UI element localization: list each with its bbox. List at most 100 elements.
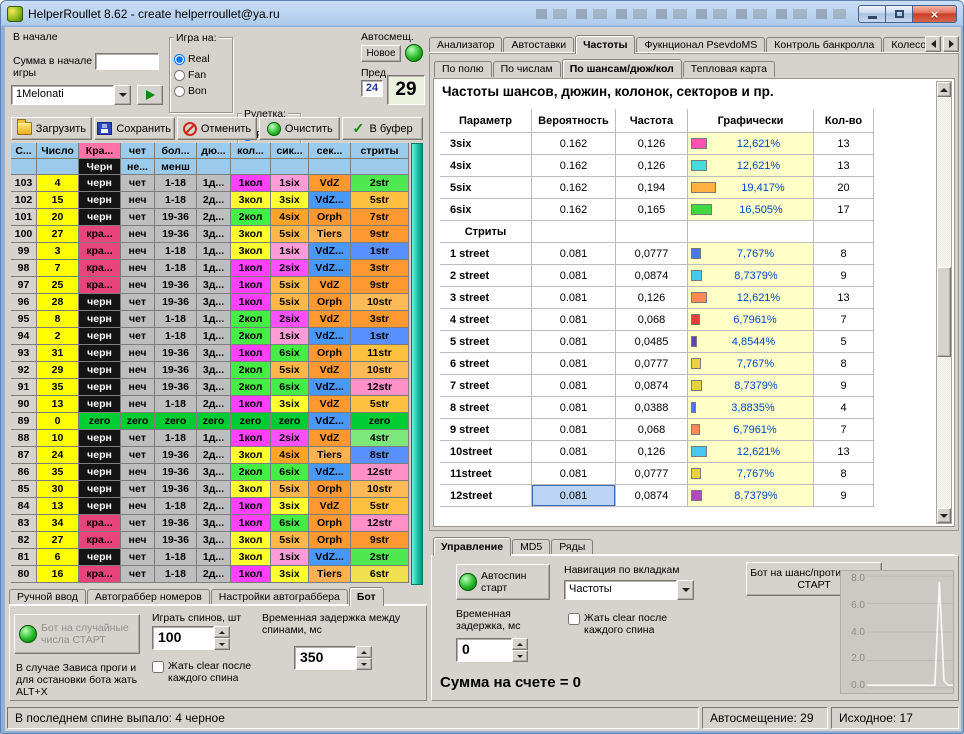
cell[interactable]: 0,0777 — [616, 463, 688, 485]
cell[interactable]: 0.162 — [532, 155, 616, 177]
checkbox-input[interactable] — [152, 661, 164, 673]
cell[interactable]: 11street — [440, 463, 532, 485]
cell[interactable]: Параметр — [440, 109, 532, 133]
table-row[interactable]: 12street0.0810,08748,7379%9 — [440, 485, 874, 507]
cell[interactable]: 19,417% — [688, 177, 814, 199]
table-row[interactable]: 942чернчет1-181д...2кол1sixVdZ...1str — [11, 328, 423, 345]
cell[interactable]: 0.081 — [532, 331, 616, 353]
cell[interactable]: 12,621% — [688, 441, 814, 463]
table-row[interactable]: 5six0.1620,19419,417%20 — [440, 177, 874, 199]
cell[interactable]: 0.081 — [532, 397, 616, 419]
cell[interactable]: 8 — [814, 243, 874, 265]
cell[interactable]: 0,126 — [616, 287, 688, 309]
cell[interactable]: 0.081 — [532, 265, 616, 287]
table-row[interactable]: 816чернчет1-181д...3кол1sixVdZ...2str — [11, 549, 423, 566]
save-toolbar-button[interactable]: Сохранить — [94, 117, 175, 140]
radio-input[interactable] — [174, 54, 185, 65]
cell[interactable]: Частота — [616, 109, 688, 133]
tab-фукнционал-psevdoms[interactable]: Фукнционал PsevdoMS — [636, 37, 765, 53]
tab-по-полю[interactable]: По полю — [434, 61, 492, 77]
stepper-up-button[interactable] — [214, 626, 230, 638]
stepper-down-button[interactable] — [214, 638, 230, 650]
cell[interactable]: 5six — [440, 177, 532, 199]
table-row[interactable]: 8 street0.0810,03883,8835%4 — [440, 397, 874, 419]
table-row[interactable]: 1 street0.0810,07777,767%8 — [440, 243, 874, 265]
cell[interactable]: 8 — [814, 353, 874, 375]
preset-combobox-dropdown-button[interactable] — [114, 85, 131, 105]
table-row[interactable]: 958чернчет1-181д...2кол2sixVdZ3str — [11, 311, 423, 328]
control-delay-stepper[interactable]: 0 — [456, 638, 528, 662]
cell[interactable]: 0.081 — [532, 485, 616, 507]
tab-анализатор[interactable]: Анализатор — [429, 37, 502, 53]
table-row[interactable]: 3six0.1620,12612,621%13 — [440, 133, 874, 155]
tab-по-числам[interactable]: По числам — [493, 61, 561, 77]
cell[interactable]: 13 — [814, 287, 874, 309]
cell[interactable]: 13 — [814, 133, 874, 155]
table-row[interactable]: 8724чернчет19-362д...3кол4sixTiers8str — [11, 447, 423, 464]
autospin-start-button[interactable]: Автоспин старт — [456, 564, 550, 600]
table-row[interactable]: 987кра...неч1-181д...1кол2sixVdZ...3str — [11, 260, 423, 277]
cell[interactable]: 7,767% — [688, 463, 814, 485]
cell[interactable]: 0.081 — [532, 463, 616, 485]
table-row[interactable]: 8635черннеч19-363д...2кол6sixVdZ...12str — [11, 464, 423, 481]
cell[interactable]: 0.162 — [532, 133, 616, 155]
play-button[interactable] — [137, 85, 163, 105]
spin-delay-stepper[interactable]: 350 — [294, 646, 372, 670]
maximize-button[interactable] — [886, 5, 913, 23]
cell[interactable]: 0.081 — [532, 375, 616, 397]
radio-fan[interactable]: Fan — [174, 67, 229, 83]
cell[interactable]: 13 — [814, 441, 874, 463]
tab-автоставки[interactable]: Автоставки — [503, 37, 574, 53]
start-sum-input[interactable] — [95, 53, 159, 70]
check-toolbar-button[interactable]: В буфер — [342, 117, 423, 140]
tab-тепловая-карта[interactable]: Тепловая карта — [683, 61, 775, 77]
cell[interactable]: 9 street — [440, 419, 532, 441]
tab-управление[interactable]: Управление — [433, 537, 511, 556]
cell[interactable]: 4six — [440, 155, 532, 177]
cell[interactable]: 0,0874 — [616, 485, 688, 507]
cell[interactable]: 6 street — [440, 353, 532, 375]
cell[interactable]: 12street — [440, 485, 532, 507]
cell[interactable]: 6,7961% — [688, 309, 814, 331]
close-button[interactable]: × — [913, 5, 957, 23]
tab-контроль-банкролла[interactable]: Контроль банкролла — [766, 37, 882, 53]
scroll-up-button[interactable] — [937, 82, 951, 97]
cell[interactable]: 8 street — [440, 397, 532, 419]
cell[interactable] — [532, 221, 616, 243]
cell[interactable]: 0.081 — [532, 243, 616, 265]
scroll-down-button[interactable] — [937, 508, 951, 523]
cell[interactable]: Кол-во — [814, 109, 874, 133]
table-row[interactable]: 11street0.0810,07777,767%8 — [440, 463, 874, 485]
table-row[interactable]: 9331черннеч19-363д...1кол6sixOrph11str — [11, 345, 423, 362]
tab-бот[interactable]: Бот — [349, 587, 384, 606]
folder-toolbar-button[interactable]: Загрузить — [11, 117, 92, 140]
cell[interactable]: 20 — [814, 177, 874, 199]
tab-ручной-ввод[interactable]: Ручной ввод — [9, 589, 86, 605]
cell[interactable]: 3,8835% — [688, 397, 814, 419]
checkbox-input[interactable] — [568, 613, 580, 625]
cell[interactable]: 9 — [814, 485, 874, 507]
tab-по-шансам-дюж-кол[interactable]: По шансам/дюж/кол — [562, 59, 682, 78]
cell[interactable]: 4 — [814, 397, 874, 419]
table-row[interactable]: 2 street0.0810,08748,7379%9 — [440, 265, 874, 287]
cell[interactable]: 0,126 — [616, 441, 688, 463]
cell[interactable]: 0,068 — [616, 419, 688, 441]
tab-автограббер-номеров[interactable]: Автограббер номеров — [87, 589, 210, 605]
cell[interactable]: 7 — [814, 419, 874, 441]
tab-md5[interactable]: MD5 — [512, 539, 550, 555]
cell[interactable]: 13 — [814, 155, 874, 177]
cell[interactable]: 1 street — [440, 243, 532, 265]
cell[interactable]: 0.081 — [532, 287, 616, 309]
stepper-down-button[interactable] — [356, 658, 372, 670]
table-row[interactable]: 8227кра...неч19-363д...3кол5sixOrph9str — [11, 532, 423, 549]
cell[interactable]: 7,767% — [688, 353, 814, 375]
cell[interactable]: 9 — [814, 375, 874, 397]
cell[interactable]: Стриты — [440, 221, 532, 243]
nav-combobox-dropdown-button[interactable] — [677, 580, 694, 600]
clear-after-spin-checkbox[interactable]: Жать clear после каждого спина — [152, 660, 280, 684]
stepper-down-button[interactable] — [512, 650, 528, 662]
cell[interactable]: 6six — [440, 199, 532, 221]
tab-scroll-right-button[interactable] — [943, 36, 959, 52]
table-row[interactable]: Стриты — [440, 221, 874, 243]
table-row[interactable]: 6 street0.0810,07777,767%8 — [440, 353, 874, 375]
